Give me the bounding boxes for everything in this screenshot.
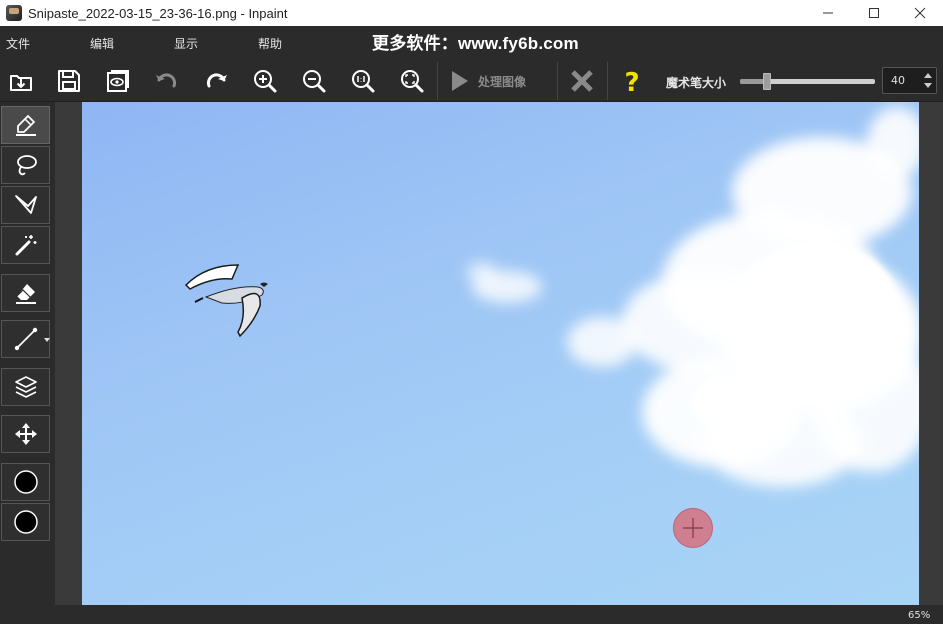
move-icon — [14, 423, 37, 445]
move-tool[interactable] — [1, 415, 50, 453]
preview-icon — [107, 70, 129, 92]
close-x-icon — [571, 70, 593, 92]
process-image-label: 处理图像 — [478, 74, 527, 89]
undo-button[interactable] — [150, 64, 184, 98]
process-image-button[interactable]: 处理图像 — [446, 64, 526, 98]
brush-cursor — [673, 508, 713, 548]
magic-wand-icon — [15, 235, 36, 256]
brush-size-slider[interactable] — [740, 73, 875, 90]
inpaint-window: Snipaste_2022-03-15_23-36-16.png - Inpai… — [0, 0, 943, 624]
horizontal-scrollbar[interactable] — [55, 605, 943, 624]
svg-text:?: ? — [624, 68, 639, 94]
zoom-fit-button[interactable] — [395, 64, 429, 98]
brush-size-label: 魔术笔大小 — [666, 76, 727, 90]
zoom-in-button[interactable] — [248, 64, 282, 98]
background-color-button[interactable] — [1, 503, 50, 541]
eraser-icon — [15, 284, 36, 304]
foreground-color-button[interactable] — [1, 463, 50, 501]
zoom-out-icon — [303, 70, 326, 93]
eraser-tool[interactable] — [1, 274, 50, 312]
help-button[interactable]: ? — [615, 64, 649, 98]
seagull — [184, 264, 268, 338]
zoom-out-button[interactable] — [297, 64, 331, 98]
zoom-1-1-icon — [352, 70, 375, 93]
app-icon — [6, 5, 22, 21]
window-controls — [805, 0, 943, 26]
spin-down-button[interactable] — [922, 80, 934, 92]
crosshair-icon — [683, 518, 703, 538]
sky-photo — [184, 107, 919, 487]
image-canvas[interactable] — [82, 102, 919, 605]
polygon-lasso-tool[interactable] — [1, 186, 50, 224]
layers-tool[interactable] — [1, 368, 50, 406]
chevron-down-icon — [924, 83, 932, 88]
play-icon — [452, 71, 468, 91]
line-tool[interactable] — [1, 320, 50, 358]
toolbar-separator — [557, 62, 558, 100]
chevron-up-icon — [924, 73, 932, 78]
title-bar: Snipaste_2022-03-15_23-36-16.png - Inpai… — [0, 0, 943, 26]
minimize-button[interactable] — [805, 0, 851, 26]
redo-button[interactable] — [199, 64, 233, 98]
line-tool-dropdown-arrow[interactable] — [44, 338, 50, 342]
save-button[interactable] — [52, 64, 86, 98]
marker-icon — [15, 115, 36, 136]
zoom-in-icon — [254, 70, 277, 93]
question-mark-icon: ? — [624, 68, 639, 94]
save-icon — [58, 70, 80, 92]
line-icon — [14, 327, 37, 351]
color-swatch-icon — [13, 470, 38, 494]
layers-icon — [14, 376, 37, 398]
lasso-icon — [16, 155, 37, 176]
maximize-button[interactable] — [851, 0, 897, 26]
magic-wand-tool[interactable] — [1, 226, 50, 264]
toolbar-separator — [437, 62, 438, 100]
zoom-level: 65% — [908, 610, 931, 621]
vertical-scrollbar[interactable] — [919, 102, 943, 605]
zoom-fit-icon — [401, 70, 424, 93]
marker-tool[interactable] — [1, 106, 50, 144]
menu-view[interactable]: 显示 — [174, 35, 198, 52]
cancel-button[interactable] — [565, 64, 599, 98]
redo-icon — [206, 73, 227, 88]
brush-size-value: 40 — [891, 74, 905, 87]
menu-file[interactable]: 文件 — [6, 35, 30, 52]
maximize-icon — [869, 8, 879, 18]
color-swatch-icon — [13, 510, 38, 534]
brush-size-slider-handle[interactable] — [763, 73, 771, 90]
open-file-icon — [10, 75, 32, 91]
menu-edit[interactable]: 编辑 — [90, 35, 114, 52]
zoom-actual-button[interactable] — [346, 64, 380, 98]
window-title: Snipaste_2022-03-15_23-36-16.png - Inpai… — [28, 5, 288, 21]
polygon-lasso-icon — [14, 195, 37, 214]
close-button[interactable] — [897, 0, 943, 26]
open-button[interactable] — [4, 64, 38, 98]
close-icon — [914, 7, 926, 19]
lasso-tool[interactable] — [1, 146, 50, 184]
undo-icon — [156, 73, 177, 88]
minimize-icon — [823, 12, 833, 14]
brush-size-spinbox[interactable]: 40 — [882, 67, 937, 94]
website-banner: 更多软件：www.fy6b.com — [372, 34, 579, 53]
toolbar-separator — [607, 62, 608, 100]
menu-help[interactable]: 帮助 — [258, 35, 282, 52]
preview-button[interactable] — [101, 64, 135, 98]
menu-bar: 文件 编辑 显示 帮助 更多软件：www.fy6b.com — [0, 26, 943, 60]
